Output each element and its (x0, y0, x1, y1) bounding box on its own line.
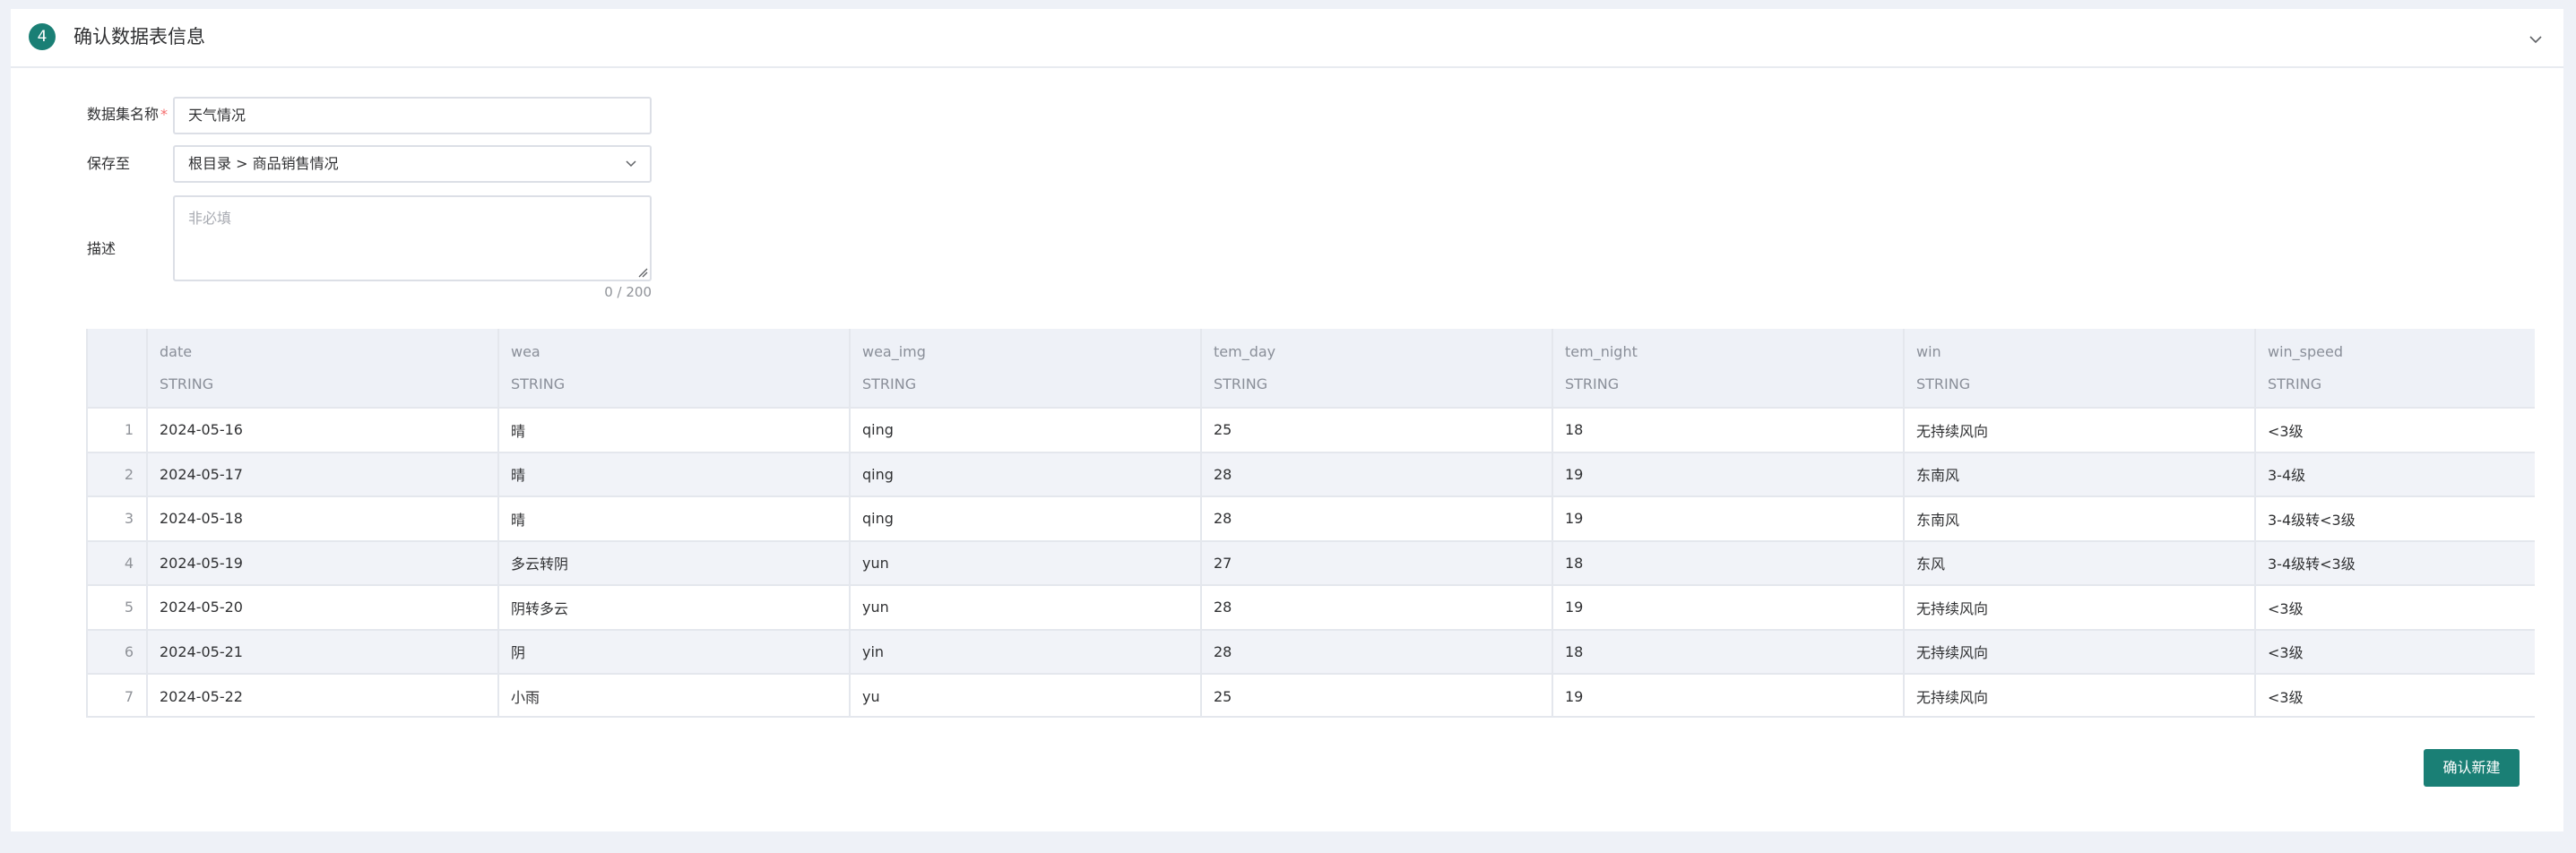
save-to-label: 保存至 (87, 155, 131, 172)
table-header: date STRING wea STRING wea_img STRING tem_d… (88, 329, 2535, 408)
table-cell: 阴 (498, 628, 851, 674)
table-cell: 晴 (498, 451, 851, 496)
column-header: win STRING (1904, 329, 2256, 408)
dataset-confirm-card: 4 确认数据表信息 数据集名称 * 天气情况 保存至 根目录 > 商品销售情况 描… (11, 9, 2563, 831)
save-to-value: 根目录 > 商品销售情况 (188, 155, 339, 172)
table-cell: qing (850, 407, 1202, 452)
column-header: tem_day STRING (1201, 329, 1553, 408)
chevron-down-icon[interactable] (2528, 31, 2544, 47)
table-cell: yin (850, 628, 1202, 674)
table-cell: 阴转多云 (498, 584, 851, 630)
table-cell: qing (850, 495, 1202, 541)
column-header: win_speed STRING (2255, 329, 2535, 408)
table-cell: <3级 (2255, 407, 2535, 452)
table-cell: yun (850, 539, 1202, 585)
table-cell: 25 (1201, 407, 1553, 452)
table-cell: 18 (1552, 539, 1905, 585)
column-header: wea_img STRING (850, 329, 1202, 408)
card-header[interactable]: 4 确认数据表信息 (11, 9, 2563, 68)
table-row: 2 2024-05-17 晴 qing 28 19 东南风 3-4级 (88, 451, 2535, 496)
table-cell: yu (850, 673, 1202, 716)
row-index: 5 (88, 584, 148, 630)
table-cell: 25 (1201, 673, 1553, 716)
table-row: 7 2024-05-22 小雨 yu 25 19 无持续风向 <3级 (88, 673, 2535, 716)
table-row: 6 2024-05-21 阴 yin 28 18 无持续风向 <3级 (88, 628, 2535, 674)
table-cell: 19 (1552, 495, 1905, 541)
row-index-header (88, 329, 148, 408)
table-cell: 3-4级转<3级 (2255, 539, 2535, 585)
chevron-down-icon (626, 160, 636, 168)
confirm-create-button[interactable]: 确认新建 (2424, 749, 2520, 787)
table-cell: 东南风 (1904, 451, 2256, 496)
row-index: 1 (88, 407, 148, 452)
table-body: 1 2024-05-16 晴 qing 25 18 无持续风向 <3级 2 20… (88, 407, 2535, 716)
table-cell: 无持续风向 (1904, 584, 2256, 630)
table-cell: 3-4级转<3级 (2255, 495, 2535, 541)
table-row: 4 2024-05-19 多云转阴 yun 27 18 东风 3-4级转<3级 (88, 539, 2535, 585)
table-cell: 28 (1201, 584, 1553, 630)
table-cell: 2024-05-21 (147, 628, 499, 674)
row-index: 6 (88, 628, 148, 674)
required-mark: * (160, 106, 169, 123)
description-char-count: 0 / 200 (604, 284, 652, 300)
description-textarea[interactable]: 非必填 (173, 195, 652, 281)
table-cell: 2024-05-16 (147, 407, 499, 452)
table-cell: 2024-05-18 (147, 495, 499, 541)
row-index: 2 (88, 451, 148, 496)
row-index: 7 (88, 673, 148, 716)
table-cell: 无持续风向 (1904, 628, 2256, 674)
table-cell: 2024-05-17 (147, 451, 499, 496)
table-cell: 19 (1552, 673, 1905, 716)
table-cell: 19 (1552, 584, 1905, 630)
resize-handle-icon[interactable] (637, 267, 648, 278)
table-cell: 28 (1201, 628, 1553, 674)
table-cell: 东风 (1904, 539, 2256, 585)
data-preview-table[interactable]: date STRING wea STRING wea_img STRING tem_d… (86, 329, 2535, 718)
table-cell: 多云转阴 (498, 539, 851, 585)
table-cell: qing (850, 451, 1202, 496)
description-placeholder: 非必填 (188, 210, 232, 227)
table-cell: 2024-05-20 (147, 584, 499, 630)
table-cell: 东南风 (1904, 495, 2256, 541)
table-cell: 18 (1552, 407, 1905, 452)
table-cell: 28 (1201, 451, 1553, 496)
table-cell: 无持续风向 (1904, 407, 2256, 452)
column-header: wea STRING (498, 329, 851, 408)
table-cell: <3级 (2255, 584, 2535, 630)
table-cell: 2024-05-22 (147, 673, 499, 716)
table-cell: 小雨 (498, 673, 851, 716)
table-cell: 3-4级 (2255, 451, 2535, 496)
description-label: 描述 (87, 240, 117, 257)
table-cell: 19 (1552, 451, 1905, 496)
table-row: 3 2024-05-18 晴 qing 28 19 东南风 3-4级转<3级 (88, 495, 2535, 541)
column-header: date STRING (147, 329, 499, 408)
dataset-name-input[interactable]: 天气情况 (173, 97, 652, 134)
row-index: 3 (88, 495, 148, 541)
step-badge: 4 (29, 23, 56, 50)
column-header: tem_night STRING (1552, 329, 1905, 408)
table-cell: 2024-05-19 (147, 539, 499, 585)
table-cell: 27 (1201, 539, 1553, 585)
table-cell: <3级 (2255, 673, 2535, 716)
table-row: 1 2024-05-16 晴 qing 25 18 无持续风向 <3级 (88, 407, 2535, 452)
table-cell: 晴 (498, 495, 851, 541)
table-cell: 18 (1552, 628, 1905, 674)
table-cell: <3级 (2255, 628, 2535, 674)
table-cell: 28 (1201, 495, 1553, 541)
save-to-select[interactable]: 根目录 > 商品销售情况 (173, 145, 652, 183)
table-cell: 无持续风向 (1904, 673, 2256, 716)
dataset-name-label: 数据集名称 * (87, 106, 169, 123)
table-row: 5 2024-05-20 阴转多云 yun 28 19 无持续风向 <3级 (88, 584, 2535, 630)
table-cell: 晴 (498, 407, 851, 452)
table-cell: yun (850, 584, 1202, 630)
row-index: 4 (88, 539, 148, 585)
card-title: 确认数据表信息 (73, 26, 205, 47)
